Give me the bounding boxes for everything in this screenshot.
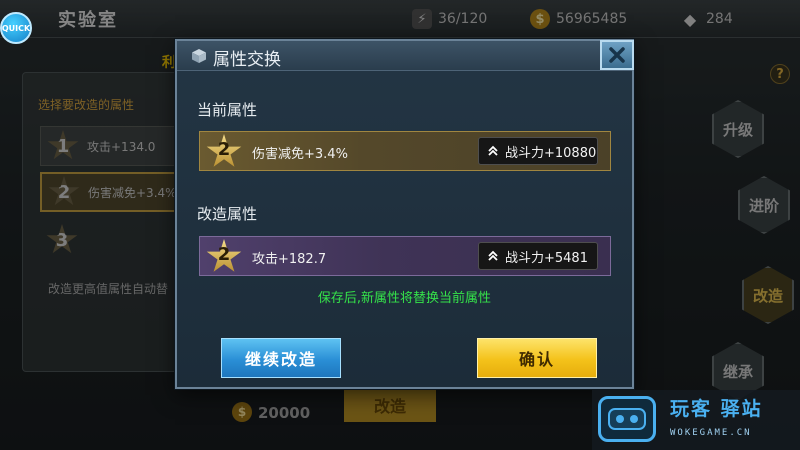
current-attribute-bar: 2 伤害减免+3.4% 战斗力+10880: [199, 131, 611, 171]
double-chevron-up-icon: [488, 250, 498, 261]
close-button[interactable]: [600, 40, 634, 70]
attribute-swap-dialog: 属性交换 当前属性 2 伤害减免+3.4% 战斗力+10880 改造属性 2 攻…: [175, 39, 634, 389]
double-chevron-up-icon: [488, 145, 498, 156]
close-icon: [609, 47, 625, 63]
current-attribute-text: 伤害减免+3.4%: [252, 147, 348, 162]
continue-modify-button[interactable]: 继续改造: [221, 338, 341, 378]
modified-attribute-heading: 改造属性: [197, 205, 258, 223]
current-power-badge: 战斗力+10880: [478, 137, 598, 165]
star-rank-number: 2: [217, 139, 231, 160]
save-replace-note: 保存后,新属性将替换当前属性: [317, 291, 492, 306]
modified-power-badge: 战斗力+5481: [478, 242, 598, 270]
watermark: 玩客 驿站 WOKEGAME.CN: [592, 390, 800, 450]
current-attribute-heading: 当前属性: [197, 101, 258, 119]
current-power-value: 战斗力+10880: [505, 145, 597, 161]
quick-button[interactable]: QUICK: [0, 12, 32, 44]
modified-attribute-text: 攻击+182.7: [252, 252, 327, 267]
dialog-header: 属性交换: [177, 41, 632, 71]
confirm-button[interactable]: 确认: [477, 338, 597, 378]
watermark-subtext: WOKEGAME.CN: [670, 428, 752, 438]
modified-attribute-bar: 2 攻击+182.7 战斗力+5481: [199, 236, 611, 276]
star-rank-number: 2: [217, 244, 231, 265]
cube-icon: [192, 49, 206, 63]
dialog-title: 属性交换: [213, 50, 281, 70]
watermark-text: 玩客 驿站: [670, 398, 763, 420]
modified-power-value: 战斗力+5481: [505, 250, 588, 266]
watermark-logo-icon: [598, 396, 656, 442]
